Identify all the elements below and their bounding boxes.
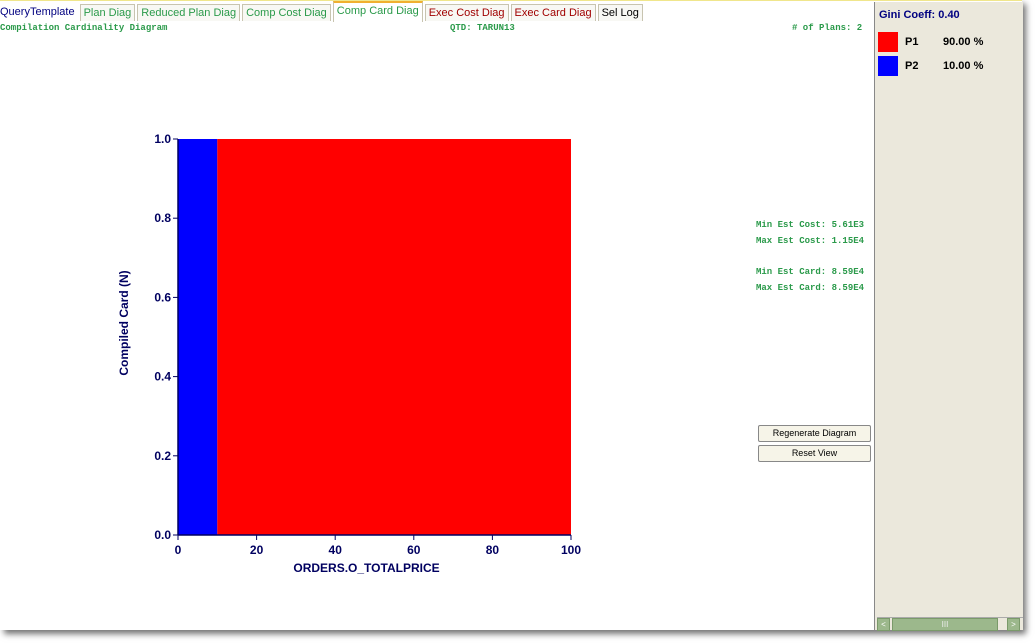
y-axis-label: Compiled Card (N) xyxy=(117,270,131,375)
diagram-title: Compilation Cardinality Diagram xyxy=(0,23,168,33)
tab-comp-card-diag[interactable]: Comp Card Diag xyxy=(332,1,423,22)
scroll-thumb[interactable]: III xyxy=(892,618,998,631)
regenerate-diagram-button[interactable]: Regenerate Diagram xyxy=(758,425,871,442)
legend-plan-percent: 10.00 % xyxy=(943,60,984,72)
legend-panel: Gini Coeff: 0.40 P1 90.00 % P2 10.00 % <… xyxy=(874,2,1023,631)
x-tick-label: 40 xyxy=(329,543,343,557)
y-tick-label: 0.6 xyxy=(154,290,171,304)
x-tick-label: 80 xyxy=(486,543,500,557)
max-est-card: Max Est Card: 8.59E4 xyxy=(756,283,865,293)
plan-diagram-chart[interactable]: 0.0 0.2 0.4 0.6 0.8 1.0 0 20 40 60 80 100 ORDERS.O_T… xyxy=(100,121,620,591)
tab-querytemplate[interactable]: QueryTemplate xyxy=(0,4,78,20)
legend-plan-name: P1 xyxy=(905,36,919,48)
app-window: QueryTemplate Plan Diag Reduced Plan Diag C… xyxy=(0,0,1023,631)
scroll-right-icon[interactable]: > xyxy=(1007,618,1020,631)
tab-comp-cost-diag[interactable]: Comp Cost Diag xyxy=(242,4,331,21)
x-tick-label: 100 xyxy=(561,543,581,557)
plan-region-p2 xyxy=(178,139,218,535)
y-tick-label: 0.4 xyxy=(154,370,171,384)
tab-plan-diag[interactable]: Plan Diag xyxy=(79,4,136,21)
y-tick-label: 0.2 xyxy=(154,449,171,463)
tab-reduced-plan-diag[interactable]: Reduced Plan Diag xyxy=(137,4,241,21)
scroll-left-icon[interactable]: < xyxy=(877,618,890,631)
min-est-cost: Min Est Cost: 5.61E3 xyxy=(756,220,865,230)
legend-item-p2[interactable]: P2 10.00 % xyxy=(878,56,1018,78)
legend-plan-name: P2 xyxy=(905,60,919,72)
tab-exec-cost-diag[interactable]: Exec Cost Diag xyxy=(424,4,509,21)
x-tick-label: 0 xyxy=(175,543,182,557)
tab-sel-log[interactable]: Sel Log xyxy=(597,4,643,21)
legend-swatch-p2 xyxy=(878,56,898,76)
tab-exec-card-diag[interactable]: Exec Card Diag xyxy=(510,4,596,21)
legend-item-p1[interactable]: P1 90.00 % xyxy=(878,32,1018,54)
tab-bar: QueryTemplate Plan Diag Reduced Plan Diag C… xyxy=(0,1,645,22)
gini-coefficient: Gini Coeff: 0.40 xyxy=(879,9,960,21)
y-tick-label: 0.0 xyxy=(154,528,171,542)
num-plans-label: # of Plans: 2 xyxy=(792,23,863,33)
legend-swatch-p1 xyxy=(878,32,898,52)
legend-plan-percent: 90.00 % xyxy=(943,36,984,48)
y-tick-label: 1.0 xyxy=(154,132,171,146)
x-axis-label: ORDERS.O_TOTALPRICE xyxy=(293,561,439,575)
y-tick-label: 0.8 xyxy=(154,211,171,225)
horizontal-scrollbar[interactable]: < III > xyxy=(877,617,1023,631)
x-tick-label: 20 xyxy=(250,543,264,557)
qtd-label: QTD: TARUN13 xyxy=(450,23,515,33)
x-tick-label: 60 xyxy=(407,543,421,557)
min-est-card: Min Est Card: 8.59E4 xyxy=(756,267,865,277)
plan-region-p1 xyxy=(217,139,572,535)
reset-view-button[interactable]: Reset View xyxy=(758,445,871,462)
max-est-cost: Max Est Cost: 1.15E4 xyxy=(756,236,865,246)
